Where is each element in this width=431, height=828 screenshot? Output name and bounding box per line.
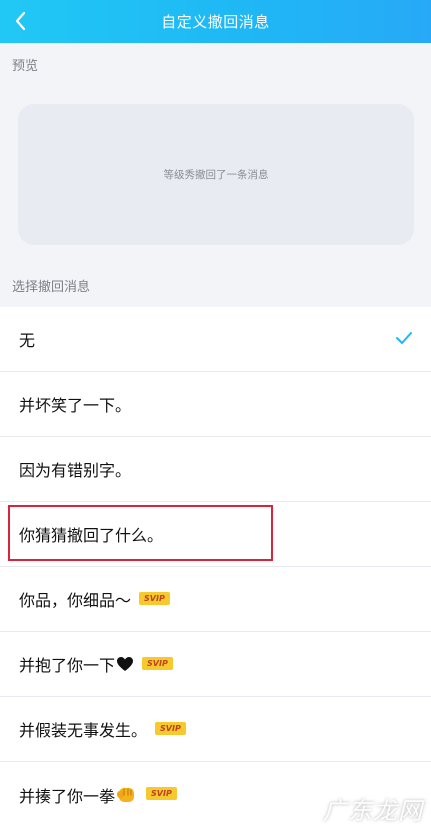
preview-area: 等级秀撤回了一条消息 bbox=[0, 86, 431, 264]
option-label: 无 bbox=[19, 331, 36, 350]
options-section-label: 选择撤回消息 bbox=[0, 264, 431, 307]
option-label: 因为有错别字。 bbox=[19, 461, 132, 480]
svip-badge: SVIP bbox=[155, 721, 186, 735]
title-bar: 自定义撤回消息 bbox=[0, 0, 431, 43]
chevron-left-icon bbox=[15, 11, 26, 31]
option-smirk[interactable]: 并坏笑了一下。 bbox=[0, 372, 431, 437]
option-punch[interactable]: 并揍了你一拳 SVIP bbox=[0, 762, 431, 827]
option-label: 你品，你细品～ bbox=[19, 591, 132, 610]
back-button[interactable] bbox=[6, 6, 36, 36]
svip-badge: SVIP bbox=[142, 656, 173, 670]
option-label: 你猜猜撤回了什么。 bbox=[19, 526, 164, 545]
preview-card: 等级秀撤回了一条消息 bbox=[18, 104, 414, 245]
option-savor[interactable]: 你品，你细品～ SVIP bbox=[0, 567, 431, 632]
option-label: 并假装无事发生。 bbox=[19, 721, 148, 740]
option-hug[interactable]: 并抱了你一下 SVIP bbox=[0, 632, 431, 697]
option-guess[interactable]: 你猜猜撤回了什么。 bbox=[0, 502, 431, 567]
checkmark-icon bbox=[396, 332, 412, 344]
option-pretend[interactable]: 并假装无事发生。 SVIP bbox=[0, 697, 431, 762]
page-title: 自定义撤回消息 bbox=[161, 13, 270, 31]
heart-icon bbox=[117, 657, 134, 671]
recall-option-list: 无 并坏笑了一下。 因为有错别字。 你猜猜撤回了什么。 你品，你细品～ SVIP… bbox=[0, 307, 431, 827]
option-label: 并抱了你一下 bbox=[19, 656, 116, 675]
option-typo[interactable]: 因为有错别字。 bbox=[0, 437, 431, 502]
svip-badge: SVIP bbox=[146, 787, 177, 800]
preview-message: 等级秀撤回了一条消息 bbox=[163, 169, 269, 181]
fist-icon bbox=[117, 787, 135, 802]
svip-badge: SVIP bbox=[139, 591, 170, 605]
option-none[interactable]: 无 bbox=[0, 307, 431, 372]
option-label: 并坏笑了一下。 bbox=[19, 396, 132, 415]
preview-section-label: 预览 bbox=[0, 43, 431, 86]
option-label: 并揍了你一拳 bbox=[19, 786, 116, 806]
